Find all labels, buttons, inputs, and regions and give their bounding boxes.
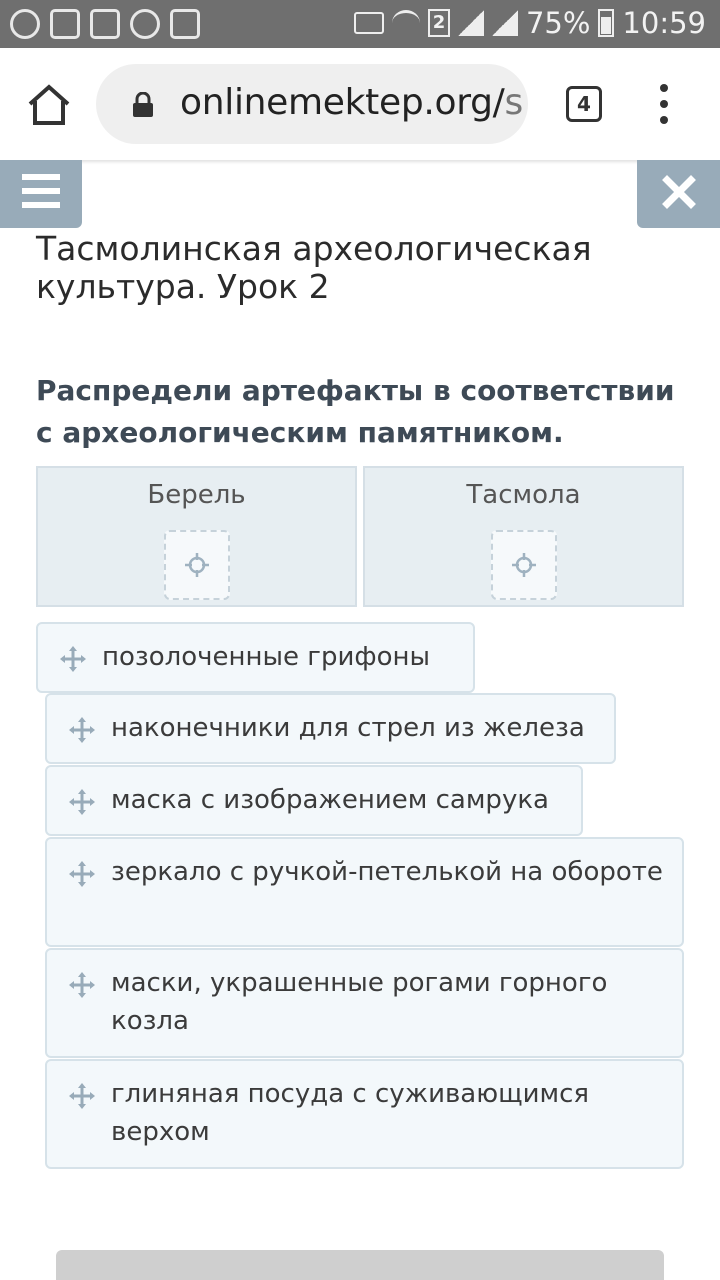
cleaner-icon <box>170 9 200 39</box>
gallery-icon <box>50 9 80 39</box>
notification-icons <box>10 9 200 39</box>
home-button[interactable] <box>24 80 74 130</box>
draggable-card[interactable]: зеркало с ручкой-петелькой на обороте <box>45 837 684 947</box>
card-label: маска с изображением самрука <box>111 785 549 815</box>
drop-slot[interactable] <box>164 530 230 600</box>
card-label: позолоченные грифоны <box>102 642 431 672</box>
move-icon <box>60 646 86 672</box>
whatsapp-icon <box>10 9 40 39</box>
move-icon <box>69 1083 95 1109</box>
signal-icon <box>457 10 484 36</box>
overflow-menu-icon[interactable] <box>656 84 672 128</box>
status-bar: 2 75% 10:59 <box>0 0 720 48</box>
draggable-card[interactable]: маска с изображением самрука <box>45 765 583 836</box>
url-host: onlinemektep.org/ <box>180 82 505 123</box>
draggable-card[interactable]: маски, украшенные рогами горного козла <box>45 948 684 1058</box>
drop-zone-label: Тасмола <box>466 480 581 510</box>
card-label: глиняная посуда с суживающимся верхом <box>111 1079 590 1147</box>
battery-percent: 75% <box>525 6 591 40</box>
drop-zone-label: Берель <box>147 480 246 510</box>
crosshair-icon <box>185 553 209 577</box>
gamepad-icon <box>90 9 120 39</box>
card-label: наконечники для стрел из железа <box>111 713 585 743</box>
check-answer-button[interactable] <box>56 1250 664 1280</box>
crosshair-icon <box>512 553 536 577</box>
mute-icon <box>353 12 384 34</box>
drop-slot[interactable] <box>491 530 557 600</box>
wifi-icon <box>391 10 420 36</box>
battery-icon <box>598 9 615 37</box>
move-icon <box>69 717 95 743</box>
signal-icon-2 <box>491 10 518 36</box>
card-label: зеркало с ручкой-петелькой на обороте <box>111 857 663 887</box>
drop-zone-berel[interactable]: Берель <box>36 466 357 607</box>
menu-button[interactable] <box>0 160 82 228</box>
lesson-title: Тасмолинская археологическая культура. У… <box>36 229 592 306</box>
drop-zone-tasmola[interactable]: Тасмола <box>363 466 684 607</box>
system-indicators: 2 75% 10:59 <box>353 6 706 40</box>
move-icon <box>69 861 95 887</box>
close-button[interactable] <box>637 160 720 228</box>
lock-icon <box>133 92 153 117</box>
task-instruction: Распредели артефакты в соответствии с ар… <box>36 374 675 449</box>
move-icon <box>69 972 95 998</box>
url-path: s <box>504 82 524 123</box>
home-icon <box>28 84 70 125</box>
address-bar[interactable]: onlinemektep.org/s <box>96 64 528 144</box>
draggable-card[interactable]: глиняная посуда с суживающимся верхом <box>45 1059 684 1169</box>
app-badge-icon <box>130 9 160 39</box>
draggable-card[interactable]: позолоченные грифоны <box>36 622 475 693</box>
url-text: onlinemektep.org/s <box>180 82 523 123</box>
clock: 10:59 <box>622 6 706 40</box>
tab-switcher-button[interactable]: 4 <box>566 86 602 122</box>
move-icon <box>69 789 95 815</box>
card-label: маски, украшенные рогами горного козла <box>111 968 608 1036</box>
browser-toolbar: onlinemektep.org/s 4 <box>0 48 720 160</box>
close-icon <box>661 175 696 209</box>
draggable-card[interactable]: наконечники для стрел из железа <box>45 693 616 764</box>
sim-indicator: 2 <box>427 9 450 37</box>
